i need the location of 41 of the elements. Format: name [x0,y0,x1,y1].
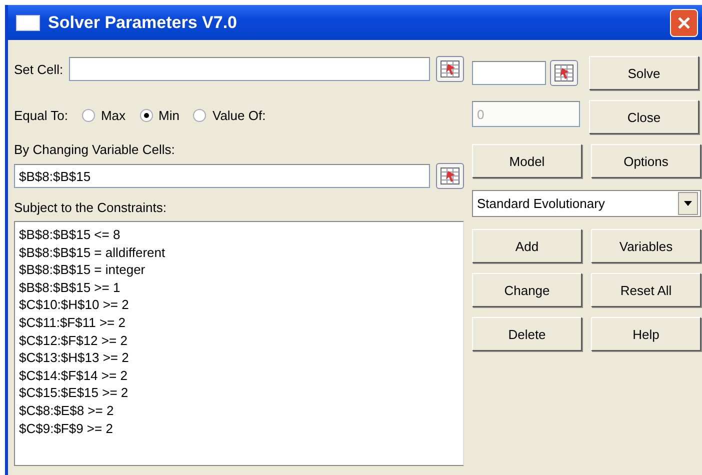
changing-cells-field[interactable]: $B$8:$B$15 [14,164,430,188]
action-button[interactable]: Reset All [591,273,701,307]
close-icon [677,16,691,30]
range-picker-icon[interactable] [436,163,464,189]
range-picker-icon[interactable] [550,60,578,86]
constraint-item[interactable]: $C$10:$H$10 >= 2 [19,296,459,314]
window-title: Solver Parameters V7.0 [48,12,238,32]
constraint-item[interactable]: $C$15:$E$15 >= 2 [19,384,459,402]
value-cell-field[interactable] [472,61,546,85]
options-button[interactable]: Options [591,144,701,178]
action-button[interactable]: Delete [472,317,582,351]
constraint-item[interactable]: $C$13:$H$13 >= 2 [19,349,459,367]
constraint-item[interactable]: $B$8:$B$15 >= 1 [19,278,459,296]
constraint-item[interactable]: $C$14:$F$14 >= 2 [19,366,459,384]
action-button[interactable]: Change [472,273,582,307]
equal-to-label: Equal To: [14,108,68,122]
radio-option[interactable]: Min [140,108,180,122]
action-button[interactable]: Help [591,317,701,351]
set-cell-label: Set Cell: [14,62,64,76]
action-button[interactable]: Add [472,229,582,263]
close-button[interactable] [670,8,698,36]
constraints-label: Subject to the Constraints: [14,200,168,215]
radio-option[interactable]: Value Of: [193,108,266,122]
constraint-item[interactable]: $B$8:$B$15 = alldifferent [19,244,459,262]
constraint-item[interactable]: $C$9:$F$9 >= 2 [19,420,459,438]
model-button[interactable]: Model [472,144,582,178]
window-icon [16,14,40,30]
set-cell-field[interactable] [69,57,430,81]
action-button[interactable]: Variables [591,229,701,263]
solve-button[interactable]: Solve [589,56,699,90]
constraint-item[interactable]: $C$11:$F$11 >= 2 [19,314,459,332]
constraint-item[interactable]: $B$8:$B$15 = integer [19,261,459,279]
radio-option[interactable]: Max [82,108,126,122]
constraint-item[interactable]: $B$8:$B$15 <= 8 [19,226,459,244]
range-picker-icon[interactable] [436,56,464,82]
engine-dropdown[interactable]: Standard Evolutionary [472,190,701,217]
close-dialog-button[interactable]: Close [589,100,699,134]
constraints-list[interactable] [14,221,464,466]
constraint-item[interactable]: $C$12:$F$12 >= 2 [19,332,459,350]
constraint-item[interactable]: $C$8:$E$8 >= 2 [19,402,459,420]
changing-cells-label: By Changing Variable Cells: [14,142,176,157]
